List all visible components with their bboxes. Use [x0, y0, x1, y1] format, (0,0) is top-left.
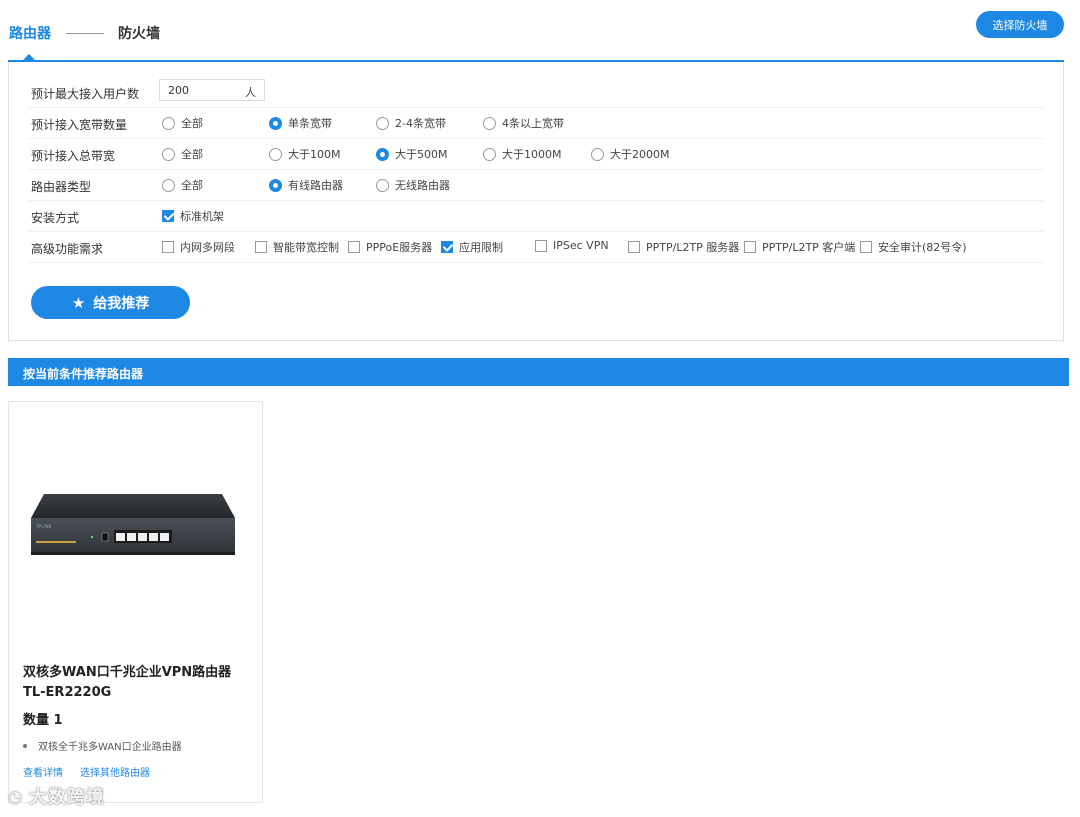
checkbox-icon: [162, 241, 174, 253]
bullet-icon: [23, 743, 27, 748]
radio-icon: [376, 116, 389, 130]
tab-router[interactable]: 路由器: [9, 23, 51, 43]
radio-type-all[interactable]: 全部: [162, 177, 203, 193]
star-icon: ★: [71, 293, 86, 312]
radio-total-100m[interactable]: 大于100M: [269, 146, 341, 162]
choose-other-router-link[interactable]: 选择其他路由器: [80, 764, 150, 779]
radio-icon: [269, 147, 282, 161]
select-firewall-button[interactable]: 选择防火墙: [976, 11, 1064, 38]
radio-bandwidth-all[interactable]: 全部: [162, 115, 203, 131]
radio-total-all[interactable]: 全部: [162, 146, 203, 162]
brand-label: TP-LINK: [35, 524, 52, 529]
radio-icon-selected: [376, 147, 389, 161]
checkbox-icon: [535, 239, 547, 252]
radio-icon: [483, 147, 496, 161]
radio-icon-selected: [269, 116, 282, 130]
filter-row-advanced: 高级功能需求 内网多网段 智能带宽控制 PPPoE服务器 应用限制 IPSec …: [29, 232, 1043, 263]
checkbox-icon: [860, 241, 872, 253]
filter-panel: 预计最大接入用户数 人 预计接入宽带数量 全部 单条宽带 2-4条宽带 4条以上…: [8, 62, 1064, 341]
product-quantity: 数量 1: [23, 713, 63, 728]
checkbox-checked-icon: [162, 210, 174, 222]
users-label: 预计最大接入用户数: [31, 87, 140, 101]
radio-icon: [591, 147, 604, 161]
checkbox-pppoe-server[interactable]: PPPoE服务器: [348, 239, 432, 255]
filter-row-total-bandwidth: 预计接入总带宽 全部 大于100M 大于500M 大于1000M 大于2000M: [29, 139, 1043, 170]
checkbox-checked-icon: [441, 241, 453, 253]
filter-row-bandwidth-lines: 预计接入宽带数量 全部 单条宽带 2-4条宽带 4条以上宽带: [29, 108, 1043, 139]
product-feature: 双核全千兆多WAN口企业路由器: [23, 738, 182, 753]
checkbox-pptp-server[interactable]: PPTP/L2TP 服务器: [628, 239, 739, 255]
checkbox-icon: [255, 241, 267, 253]
product-card: TP-LINK 双核多WAN口千兆企业VPN路由器 TL-ER2220G 数量 …: [8, 401, 263, 803]
radio-bandwidth-4plus[interactable]: 4条以上宽带: [483, 115, 564, 131]
results-title: 按当前条件推荐路由器: [23, 367, 144, 381]
checkbox-icon: [744, 241, 756, 253]
product-name: 双核多WAN口千兆企业VPN路由器: [23, 665, 232, 680]
view-details-link[interactable]: 查看详情: [23, 764, 63, 779]
recommend-button[interactable]: ★ 给我推荐: [31, 286, 190, 319]
watermark-logo-icon: ◔: [8, 786, 23, 806]
checkbox-rack-mount[interactable]: 标准机架: [162, 208, 224, 224]
radio-bandwidth-2-4[interactable]: 2-4条宽带: [376, 115, 446, 131]
watermark: ◔ 大数跨境: [8, 786, 105, 809]
tab-firewall[interactable]: 防火墙: [118, 23, 160, 43]
filter-row-install: 安装方式 标准机架: [29, 201, 1043, 232]
checkbox-ipsec-vpn[interactable]: IPSec VPN: [535, 239, 609, 252]
install-label: 安装方式: [31, 211, 80, 225]
checkbox-app-restriction[interactable]: 应用限制: [441, 239, 503, 255]
radio-icon: [162, 147, 175, 161]
advanced-label: 高级功能需求: [31, 242, 104, 256]
radio-icon: [376, 178, 389, 192]
radio-icon: [162, 116, 175, 130]
filter-row-router-type: 路由器类型 全部 有线路由器 无线路由器: [29, 170, 1043, 201]
results-header: 按当前条件推荐路由器: [8, 358, 1069, 386]
radio-icon: [162, 178, 175, 192]
router-type-label: 路由器类型: [31, 180, 92, 194]
users-unit: 人: [245, 86, 256, 99]
radio-total-1000m[interactable]: 大于1000M: [483, 146, 562, 162]
radio-icon: [483, 116, 496, 130]
checkbox-bandwidth-control[interactable]: 智能带宽控制: [255, 239, 339, 255]
radio-total-500m[interactable]: 大于500M: [376, 146, 448, 162]
tab-connector-line: [66, 33, 104, 34]
bandwidth-lines-label: 预计接入宽带数量: [31, 118, 128, 132]
total-bandwidth-label: 预计接入总带宽: [31, 149, 116, 163]
radio-type-wireless[interactable]: 无线路由器: [376, 177, 450, 193]
radio-type-wired[interactable]: 有线路由器: [269, 177, 343, 193]
checkbox-pptp-client[interactable]: PPTP/L2TP 客户端: [744, 239, 855, 255]
product-model: TL-ER2220G: [23, 685, 112, 700]
radio-bandwidth-single[interactable]: 单条宽带: [269, 115, 332, 131]
top-tab-bar: 路由器 防火墙 选择防火墙: [0, 0, 1080, 64]
checkbox-icon: [348, 241, 360, 253]
checkbox-icon: [628, 241, 640, 253]
radio-total-2000m[interactable]: 大于2000M: [591, 146, 670, 162]
checkbox-multi-subnet[interactable]: 内网多网段: [162, 239, 235, 255]
radio-icon-selected: [269, 178, 282, 192]
router-product-image[interactable]: TP-LINK: [30, 490, 236, 560]
checkbox-security-audit[interactable]: 安全审计(82号令): [860, 239, 967, 255]
